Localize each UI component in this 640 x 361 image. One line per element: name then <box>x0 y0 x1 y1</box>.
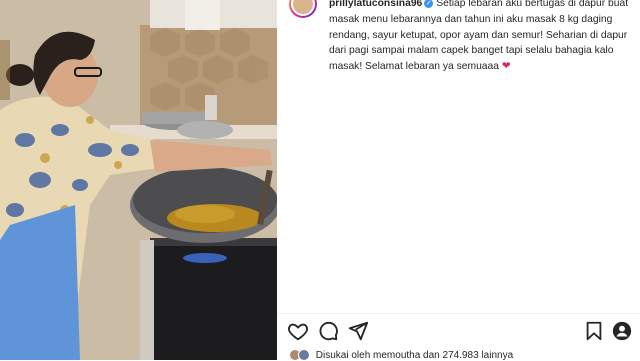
heart-icon <box>288 323 308 341</box>
divider <box>277 313 640 314</box>
action-bar <box>287 320 632 344</box>
liker-avatar <box>298 349 310 361</box>
like-button[interactable] <box>287 320 309 342</box>
verified-badge-icon: ✓ <box>424 0 434 8</box>
author-avatar[interactable] <box>289 0 317 18</box>
heart-emoji: ❤ <box>501 61 511 73</box>
post-video[interactable] <box>0 0 277 360</box>
user-tag-icon <box>612 321 632 341</box>
video-frame <box>0 0 277 360</box>
share-button[interactable] <box>347 320 369 342</box>
comment-button[interactable] <box>317 320 339 342</box>
caption-text: Setiap lebaran aku bertugas di dapur bua… <box>329 0 629 73</box>
save-button[interactable] <box>583 320 605 342</box>
collab-button[interactable] <box>611 320 633 342</box>
post-caption: prillylatuconsina96 ✓ Setiap lebaran aku b… <box>329 0 629 75</box>
bookmark-icon <box>586 321 602 341</box>
author-username[interactable]: prillylatuconsina96 <box>329 0 422 9</box>
comment-icon <box>319 321 338 341</box>
post-panel: prillylatuconsina96 ✓ Setiap lebaran aku b… <box>277 0 640 361</box>
likes-summary[interactable]: Disukai oleh memoutha dan 274.983 lainny… <box>289 349 513 361</box>
likes-text: Disukai oleh memoutha dan 274.983 lainny… <box>315 349 514 361</box>
send-icon <box>348 321 369 341</box>
